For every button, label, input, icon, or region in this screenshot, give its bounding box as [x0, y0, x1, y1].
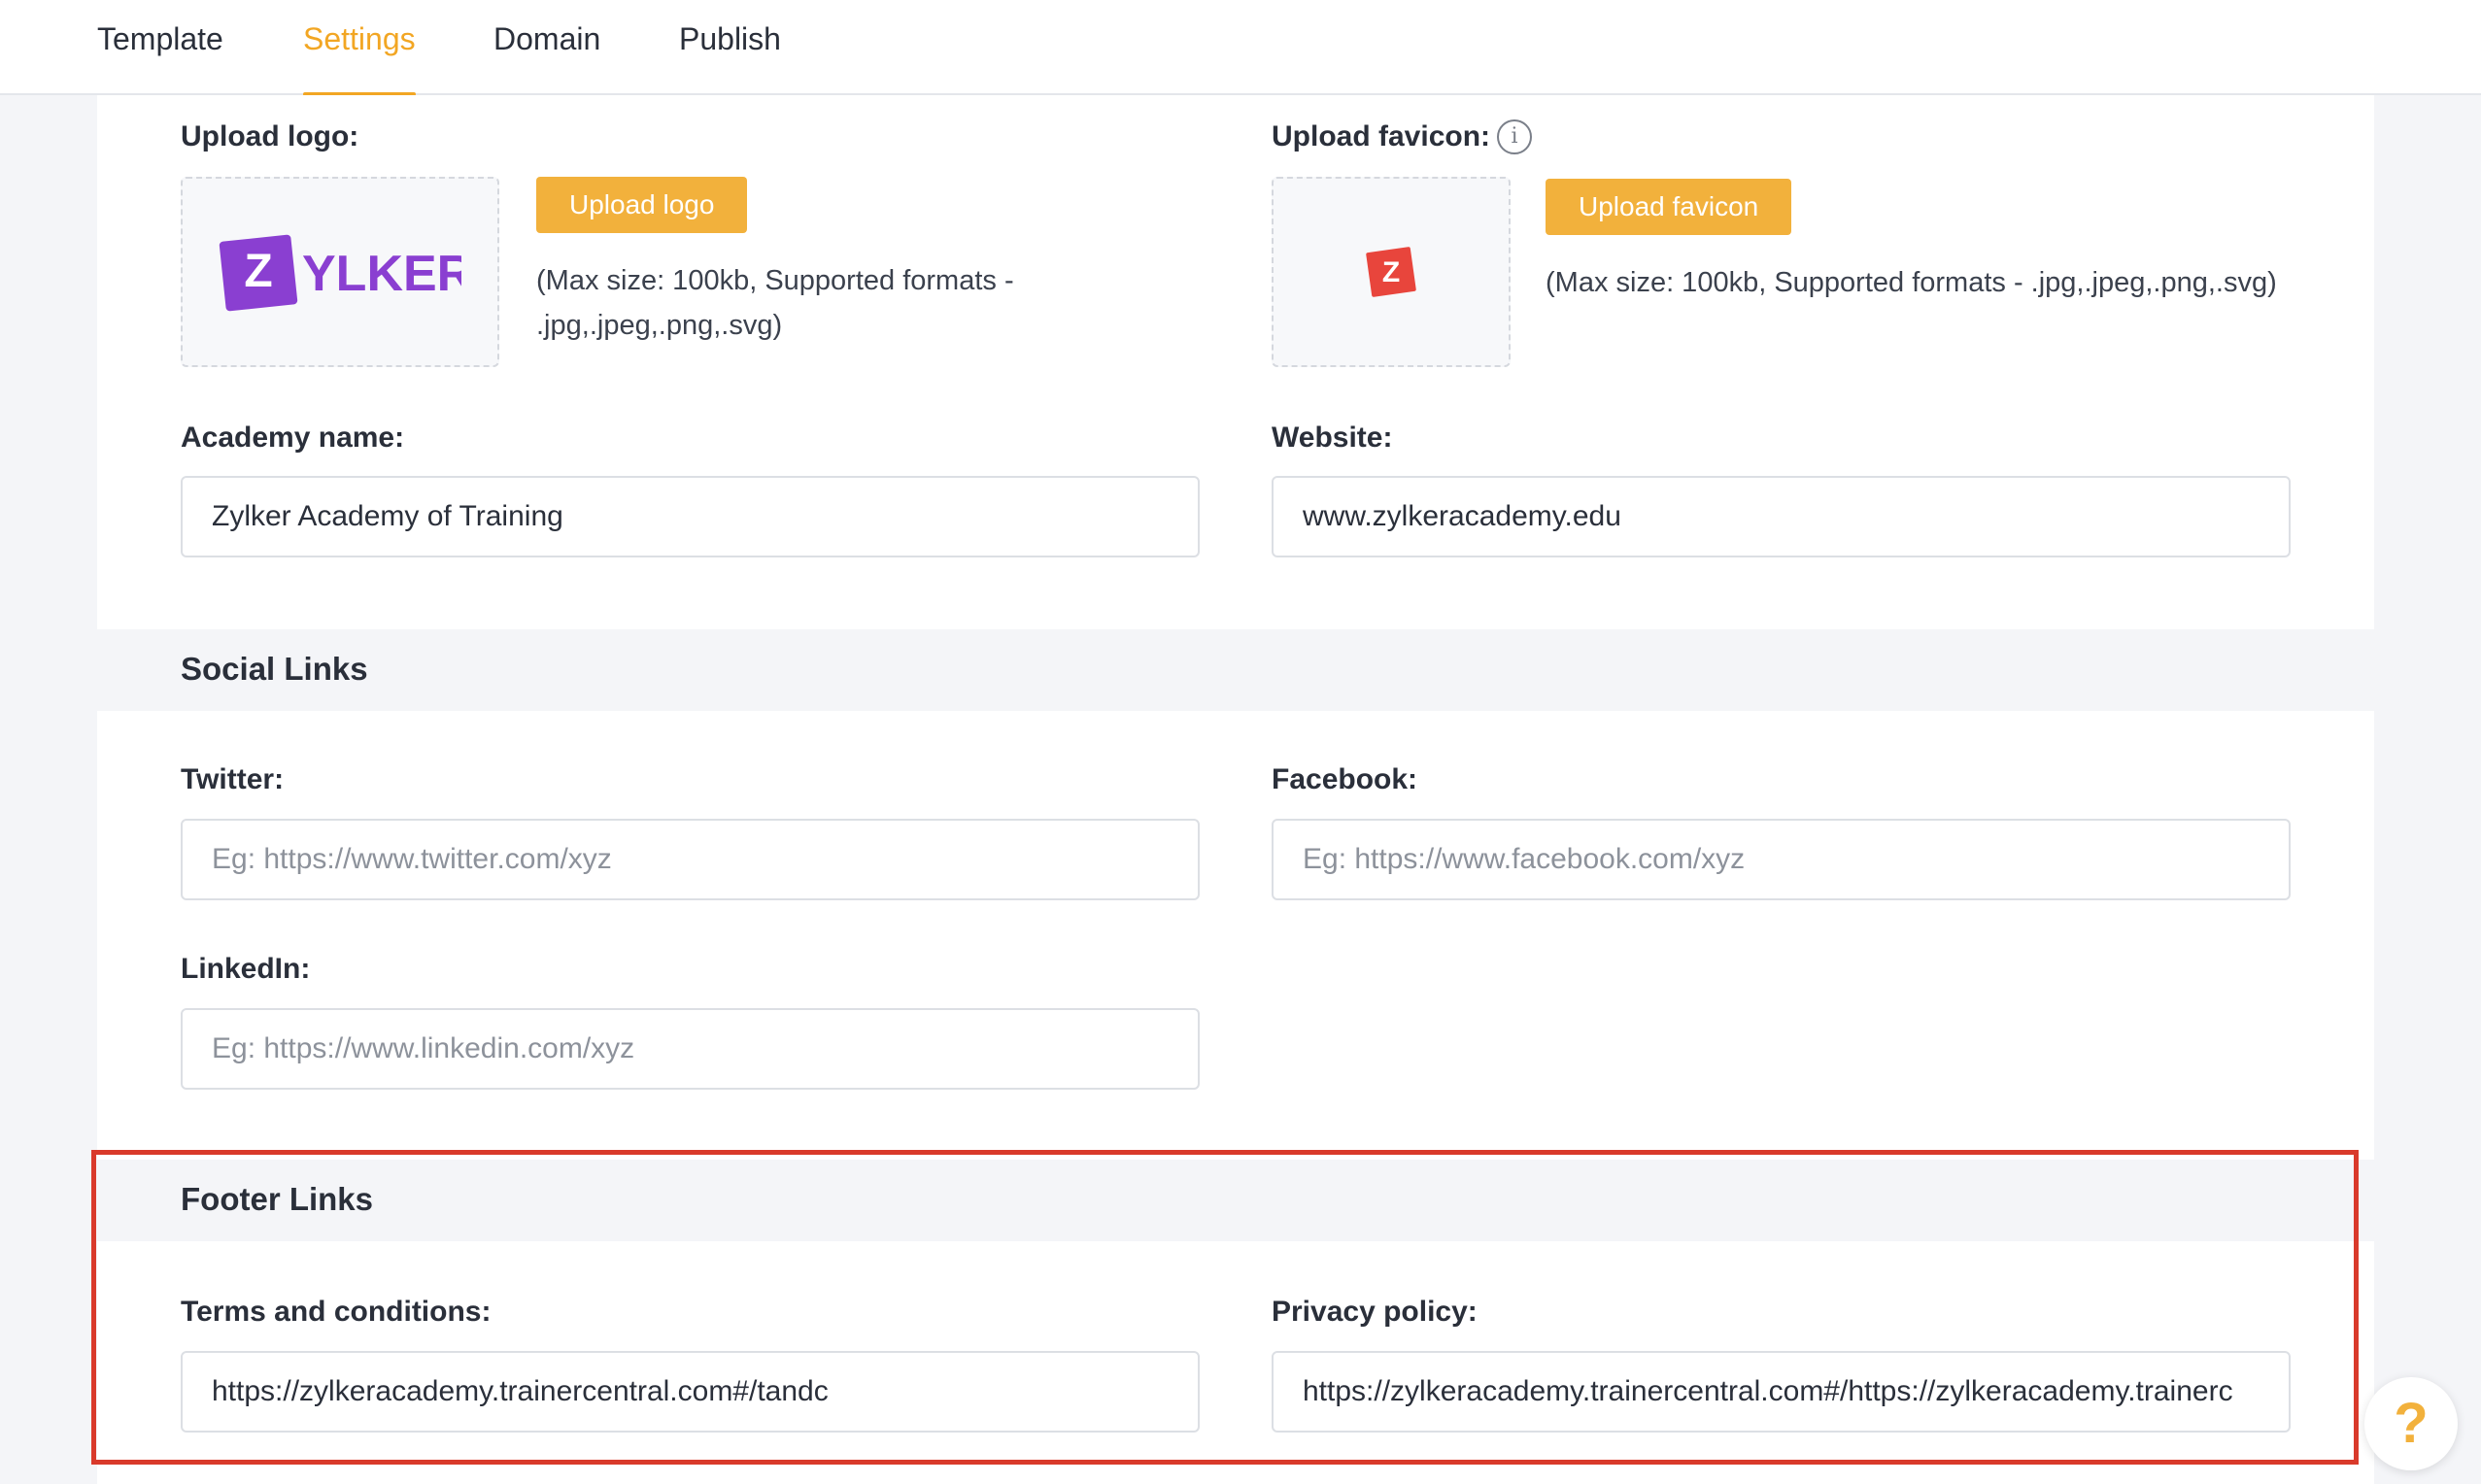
help-button[interactable]: ? [2364, 1377, 2458, 1470]
academy-name-label: Academy name: [181, 422, 405, 454]
footer-links-title: Footer Links [181, 1181, 374, 1217]
tab-publish[interactable]: Publish [679, 21, 781, 95]
info-icon[interactable]: i [1497, 119, 1532, 154]
tab-domain[interactable]: Domain [493, 21, 600, 95]
logo-preview[interactable]: Z YLKER [181, 177, 499, 367]
social-links-header: Social Links [97, 629, 2374, 711]
terms-label: Terms and conditions: [181, 1296, 492, 1328]
upload-logo-label: Upload logo: [181, 120, 359, 152]
upload-logo-button[interactable]: Upload logo [536, 177, 748, 233]
top-nav: Template Settings Domain Publish [0, 0, 2481, 96]
twitter-input[interactable] [181, 819, 1200, 900]
logo-letter: Z [244, 246, 272, 297]
linkedin-label: LinkedIn: [181, 953, 311, 985]
footer-links-header: Footer Links [97, 1160, 2374, 1241]
upload-favicon-label: Upload favicon: [1272, 120, 1491, 152]
facebook-input[interactable] [1272, 819, 2291, 900]
website-label: Website: [1272, 422, 1393, 454]
linkedin-input[interactable] [181, 1008, 1200, 1090]
privacy-label: Privacy policy: [1272, 1296, 1478, 1328]
upload-favicon-button[interactable]: Upload favicon [1546, 179, 1792, 235]
website-input[interactable] [1272, 476, 2291, 557]
favicon-letter: Z [1382, 256, 1400, 288]
favicon-hint: (Max size: 100kb, Supported formats - .j… [1546, 267, 2277, 298]
zylker-logo: Z YLKER [219, 234, 461, 312]
twitter-label: Twitter: [181, 763, 285, 795]
privacy-input[interactable] [1272, 1351, 2291, 1433]
academy-name-input[interactable] [181, 476, 1200, 557]
logo-hint: (Max size: 100kb, Supported formats - .j… [536, 265, 1014, 341]
tab-settings[interactable]: Settings [303, 21, 416, 96]
logo-text: YLKER [302, 246, 461, 302]
tab-template[interactable]: Template [97, 21, 223, 95]
social-links-title: Social Links [181, 651, 368, 687]
terms-input[interactable] [181, 1351, 1200, 1433]
favicon-preview[interactable]: Z [1272, 177, 1511, 367]
favicon-image: Z [1366, 247, 1416, 297]
facebook-label: Facebook: [1272, 763, 1418, 795]
